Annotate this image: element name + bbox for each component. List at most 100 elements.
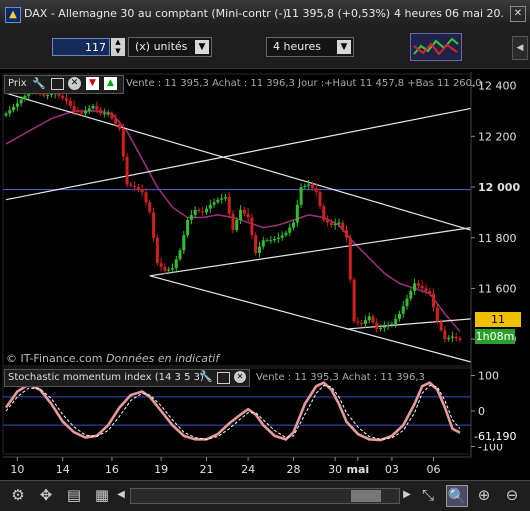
window-title: DAX - Allemagne 30 au comptant (Mini-con… bbox=[24, 7, 287, 20]
quantity-field[interactable]: 117 bbox=[52, 38, 110, 56]
candle-body bbox=[72, 105, 76, 111]
candle-body bbox=[167, 269, 171, 271]
candle-body bbox=[239, 209, 243, 220]
scroll-left-icon[interactable]: ◀ bbox=[114, 485, 128, 505]
candle-body bbox=[235, 220, 239, 231]
candle-body bbox=[292, 222, 296, 228]
candle-body bbox=[318, 192, 322, 207]
drawing-tools-icon[interactable]: ▦ bbox=[92, 485, 112, 505]
candle-body bbox=[242, 209, 246, 214]
candle-body bbox=[106, 113, 110, 115]
candle-body bbox=[450, 336, 454, 338]
candle-body bbox=[379, 327, 383, 330]
candle-body bbox=[110, 113, 114, 119]
price-tick-label: 12 000 bbox=[478, 181, 520, 194]
last-price-badge: 11 395,8 bbox=[475, 312, 521, 341]
candle-body bbox=[288, 227, 292, 233]
candle-body bbox=[148, 202, 152, 213]
candle-body bbox=[155, 237, 159, 264]
date-tick-label: 24 bbox=[241, 463, 255, 476]
candle-body bbox=[405, 298, 409, 307]
scroll-right-icon[interactable]: ▶ bbox=[400, 485, 414, 505]
candle-body bbox=[394, 318, 398, 324]
app-logo-icon: ▲ bbox=[5, 7, 21, 23]
unit-dropdown[interactable]: (x) unités ▼ bbox=[128, 37, 212, 57]
stochastic-tick-label: 0 bbox=[478, 405, 485, 418]
date-tick-label: 10 bbox=[10, 463, 24, 476]
zoom-fit-icon[interactable]: 🔍 bbox=[446, 485, 468, 507]
wrench-icon[interactable]: 🔧 bbox=[32, 77, 46, 90]
candle-body bbox=[303, 185, 307, 188]
candle-body bbox=[250, 217, 254, 236]
candle-body bbox=[68, 100, 72, 106]
candle-body bbox=[4, 113, 8, 116]
chart-settings-icon[interactable]: ⚙ bbox=[8, 485, 28, 505]
side-panel-toggle-icon[interactable]: ◀ bbox=[512, 36, 528, 60]
time-left-badge: 1h08m bbox=[475, 329, 515, 344]
candle-body bbox=[401, 306, 405, 314]
candle-body bbox=[140, 189, 144, 193]
price-info-line: Vente : 11 395,3 Achat : 11 396,3 Jour :… bbox=[126, 78, 482, 89]
candle-body bbox=[454, 336, 458, 339]
chart-style-icon bbox=[413, 37, 459, 56]
candle-body bbox=[80, 112, 84, 114]
close-icon[interactable]: ✕ bbox=[510, 6, 526, 22]
title-period: 4 heures bbox=[394, 7, 442, 20]
candle-body bbox=[133, 185, 137, 188]
zoom-out-icon[interactable]: ⊖ bbox=[502, 485, 522, 505]
candle-body bbox=[420, 285, 424, 289]
top-toolbar: 117 ▲ ▼ (x) unités ▼ 4 heures ▼ ◀ bbox=[0, 28, 530, 69]
candle-body bbox=[170, 268, 174, 270]
sell-arrow-icon[interactable]: ▼ bbox=[86, 77, 99, 90]
quantity-stepper[interactable]: ▲ ▼ bbox=[111, 38, 125, 56]
timeframe-dropdown[interactable]: 4 heures ▼ bbox=[266, 37, 354, 57]
price-panel[interactable] bbox=[2, 73, 472, 367]
candle-body bbox=[352, 279, 356, 322]
cursor-icon[interactable]: ✥ bbox=[36, 485, 56, 505]
candle-body bbox=[102, 113, 106, 115]
stochastic-value-badge: -61,190 bbox=[474, 430, 520, 444]
zoom-in-icon[interactable]: ⊕ bbox=[474, 485, 494, 505]
candle-body bbox=[428, 291, 432, 294]
zoom-area-icon[interactable]: ⤡ bbox=[418, 485, 438, 505]
window-icon[interactable] bbox=[217, 372, 230, 384]
candle-body bbox=[386, 325, 390, 327]
candle-body bbox=[299, 187, 303, 205]
candle-body bbox=[329, 222, 333, 226]
candle-body bbox=[114, 118, 118, 124]
chart-style-button[interactable] bbox=[410, 33, 462, 61]
candle-body bbox=[99, 109, 103, 114]
close-panel-icon[interactable]: ✕ bbox=[234, 371, 246, 383]
candle-body bbox=[216, 199, 220, 203]
indicators-icon[interactable]: ▤ bbox=[64, 485, 84, 505]
candle-body bbox=[341, 222, 345, 231]
candle-body bbox=[371, 316, 375, 323]
window-icon[interactable] bbox=[51, 78, 64, 90]
candle-body bbox=[125, 156, 129, 185]
candle-body bbox=[182, 235, 186, 251]
candle-body bbox=[231, 213, 235, 231]
wrench-icon[interactable]: 🔧 bbox=[199, 370, 213, 383]
chevron-down-icon: ▼ bbox=[195, 40, 209, 54]
candle-body bbox=[254, 235, 258, 253]
candle-body bbox=[276, 237, 280, 240]
candle-body bbox=[118, 123, 121, 129]
candle-body bbox=[144, 192, 148, 203]
candle-body bbox=[205, 208, 209, 213]
candle-body bbox=[367, 316, 371, 321]
close-panel-icon[interactable]: ✕ bbox=[68, 77, 81, 90]
buy-arrow-icon[interactable]: ▲ bbox=[104, 77, 117, 90]
title-bar: ▲ DAX - Allemagne 30 au comptant (Mini-c… bbox=[0, 0, 530, 29]
date-tick-label: 28 bbox=[287, 463, 301, 476]
candle-body bbox=[197, 209, 201, 212]
candle-body bbox=[12, 106, 16, 111]
candle-body bbox=[8, 110, 12, 114]
chart-area[interactable]: 12 40012 20012 00011 80011 60011 400 100… bbox=[0, 72, 530, 480]
candle-body bbox=[189, 214, 193, 220]
bottom-toolbar: ⚙ ✥ ▤ ▦ ◀ ▶ ⤡ 🔍 ⊕ ⊖ bbox=[0, 480, 530, 511]
candle-body bbox=[360, 322, 364, 324]
candle-body bbox=[390, 323, 394, 326]
candle-body bbox=[15, 103, 19, 107]
horizontal-scrollbar[interactable] bbox=[130, 488, 400, 504]
scrollbar-thumb[interactable] bbox=[351, 490, 381, 502]
